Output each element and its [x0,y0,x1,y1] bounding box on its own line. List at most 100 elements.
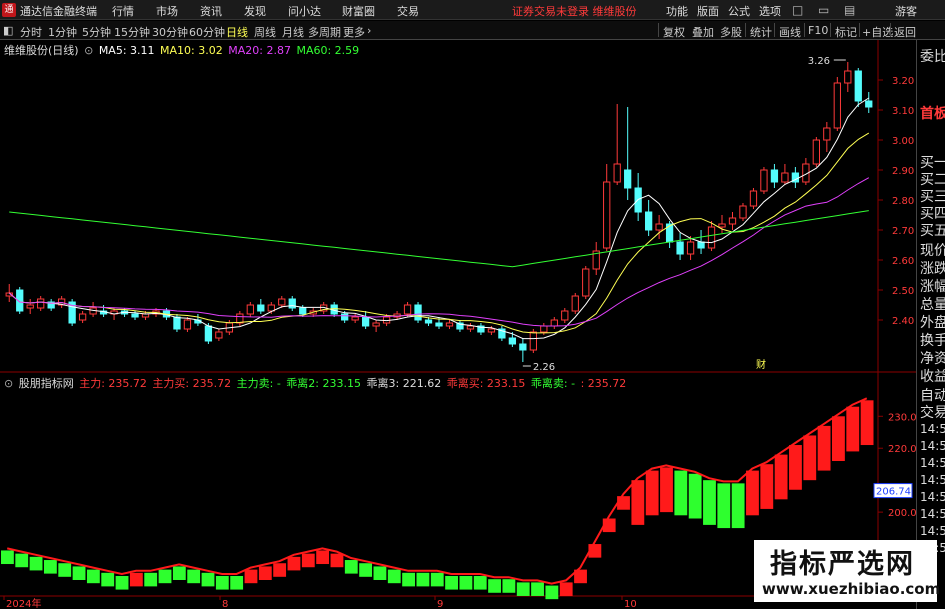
candle-body [707,226,716,249]
candle-body [288,298,296,309]
candle-body [204,325,213,342]
price-tick-label: 3.20 [892,76,914,87]
indicator-bar [459,576,473,590]
ind-legend-5: 乖离买: 233.15 [446,377,526,390]
indicator-bar [201,572,215,587]
indicator-bar [301,553,315,568]
candle-body [487,328,496,333]
ma60-label: MA60: 2.59 [296,44,360,57]
indicator-bar [731,483,745,529]
indicator-bar [258,566,272,580]
tick-time: 14:56 [920,456,945,470]
candle-body [403,304,412,315]
candle-body [781,172,789,183]
turnover-label: 换手 [920,333,945,349]
candle-body [78,313,87,321]
tick-time: 14:56 [920,422,945,436]
volume-label: 总量 [920,297,945,313]
candle-body [603,181,611,249]
candle-body [414,304,422,321]
candle-body [424,319,433,324]
candle-body [812,139,820,165]
candle-body [26,304,34,309]
tick-time: 14:56 [920,507,945,521]
ind-tick-label: 200.0 [888,508,917,519]
candle-body [739,205,747,219]
indicator-bar [158,569,172,584]
indicator-bar [430,572,444,587]
ind-legend-6: 乖离卖: - [530,377,576,390]
financial-marker-icon: 财 [756,358,766,371]
candle-body [529,331,537,351]
low-price-label: 2.26 [533,362,555,373]
ma5-label: MA5: 3.11 [98,44,155,57]
ma-line-40 [9,210,869,268]
ind-legend-2: 主力卖: - [236,377,281,390]
candle-body [215,331,223,339]
change-pct-label: 涨幅 [920,279,945,295]
candle-body [246,304,254,315]
price-tick-label: 2.90 [892,166,914,177]
price-tick-label: 3.00 [892,136,914,147]
ind-legend-4: 乖离3: 221.62 [366,377,442,390]
price-title: 维维股份(日线) [4,44,79,57]
indicator-bar [144,572,158,587]
indicator-bar [631,480,645,525]
indicator-bar [674,470,688,516]
candle-body [865,100,873,108]
first-board-label: 首板 [920,106,945,122]
indicator-bar [316,550,330,565]
price-tick-label: 2.60 [892,256,914,267]
candle-body [844,70,852,84]
indicator-bar [330,553,344,568]
candle-body [561,310,569,321]
indicator-bar [559,582,573,596]
chart-canvas[interactable]: 3.20 3.10 3.00 2.90 2.80 2.70 2.60 2.50 2.40 3.26… [0,0,945,609]
candle-body [624,169,632,189]
indicator-bar [402,572,416,587]
candle-body [770,169,779,183]
price-label: 现价 [920,243,945,259]
indicator-bar [545,585,559,600]
indicator-bar [774,454,788,500]
indicator-bar [688,473,702,519]
candle-body [823,127,831,141]
tick-time: 14:56 [920,439,945,453]
x-tick-label: 2024年 [6,597,41,609]
indicator-bar [86,569,100,584]
candle-body [697,241,705,249]
candle-body [372,322,380,327]
ind-legend-1: 主力买: 235.72 [152,377,232,390]
indicator-bar [617,496,630,510]
ind-legend-3: 乖离2: 233.15 [286,377,361,390]
indicator-bar [832,416,845,462]
collapse-icon[interactable]: ⊙ [84,44,93,57]
candle-body [236,313,244,324]
candle-body [435,322,443,327]
candle-body [299,307,307,315]
indicator-bar [817,425,831,471]
candle-body [341,313,349,321]
indicator-bar [473,576,487,590]
price-tick-label: 3.10 [892,106,914,117]
trade-label[interactable]: 交易 [920,402,945,422]
ind-tick-label: 220.0 [888,444,917,455]
quote-side-panel: 委比 首板 买一 买二 买三 买四 买五 现价 涨跌 涨幅 总量 外盘 换手 净… [916,40,945,609]
candle-body [173,316,181,330]
price-legend: 维维股份(日线) ⊙ MA5: 3.11 MA10: 3.02 MA20: 2.… [4,42,361,58]
indicator-bar [129,572,143,587]
candle-body [676,241,684,255]
candle-body [613,163,621,183]
collapse-icon-2[interactable]: ⊙ [4,377,13,390]
candle-body [749,190,758,207]
candle-body [718,223,726,228]
indicator-bar [445,576,458,590]
candle-body [351,316,359,321]
candle-body [183,319,192,330]
indicator-legend: ⊙ 股朋指标网 主力: 235.72 主力买: 235.72 主力卖: - 乖离… [4,375,628,391]
ind-legend-7: : 235.72 [580,377,627,390]
entrust-ratio-label: 委比 [920,49,945,65]
candle-body [257,304,265,312]
candle-body [131,313,139,318]
indicator-bar [287,556,301,571]
